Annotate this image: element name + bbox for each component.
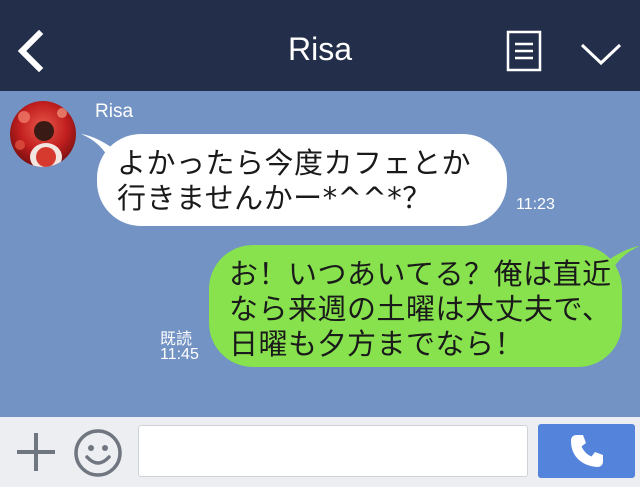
chevron-down-icon xyxy=(580,43,622,66)
chat-header: Risa xyxy=(0,0,640,91)
add-button[interactable] xyxy=(12,429,60,475)
message-time: 11:23 xyxy=(516,196,555,213)
emoji-button[interactable] xyxy=(72,427,124,479)
incoming-message-bubble[interactable]: よかったら今度カフェとか行きませんかー*^^*？ xyxy=(81,134,507,226)
call-button[interactable] xyxy=(538,424,635,478)
message-text: お！いつあいてる？俺は直近なら来週の土曜は大丈夫で、日曜も夕方までなら！ xyxy=(229,257,612,361)
chat-title: Risa xyxy=(287,31,352,67)
avatar[interactable] xyxy=(10,101,76,167)
message-text: よかったら今度カフェとか行きませんかー*^^*？ xyxy=(117,146,472,215)
back-button[interactable] xyxy=(12,28,48,74)
expand-button[interactable] xyxy=(576,34,626,74)
bubble-tail xyxy=(81,134,121,162)
sender-name: Risa xyxy=(95,101,134,122)
message-input[interactable] xyxy=(138,425,528,477)
chevron-left-icon xyxy=(17,30,44,72)
outgoing-message-bubble[interactable]: お！いつあいてる？俺は直近なら来週の土曜は大丈夫で、日曜も夕方までなら！ xyxy=(209,245,640,367)
note-icon xyxy=(506,30,542,72)
message-time: 11:45 xyxy=(160,346,199,363)
plus-icon xyxy=(17,433,55,471)
phone-icon xyxy=(570,435,603,467)
menu-button[interactable] xyxy=(503,28,545,74)
smiley-icon xyxy=(74,429,122,477)
avatar-photo xyxy=(10,101,76,167)
